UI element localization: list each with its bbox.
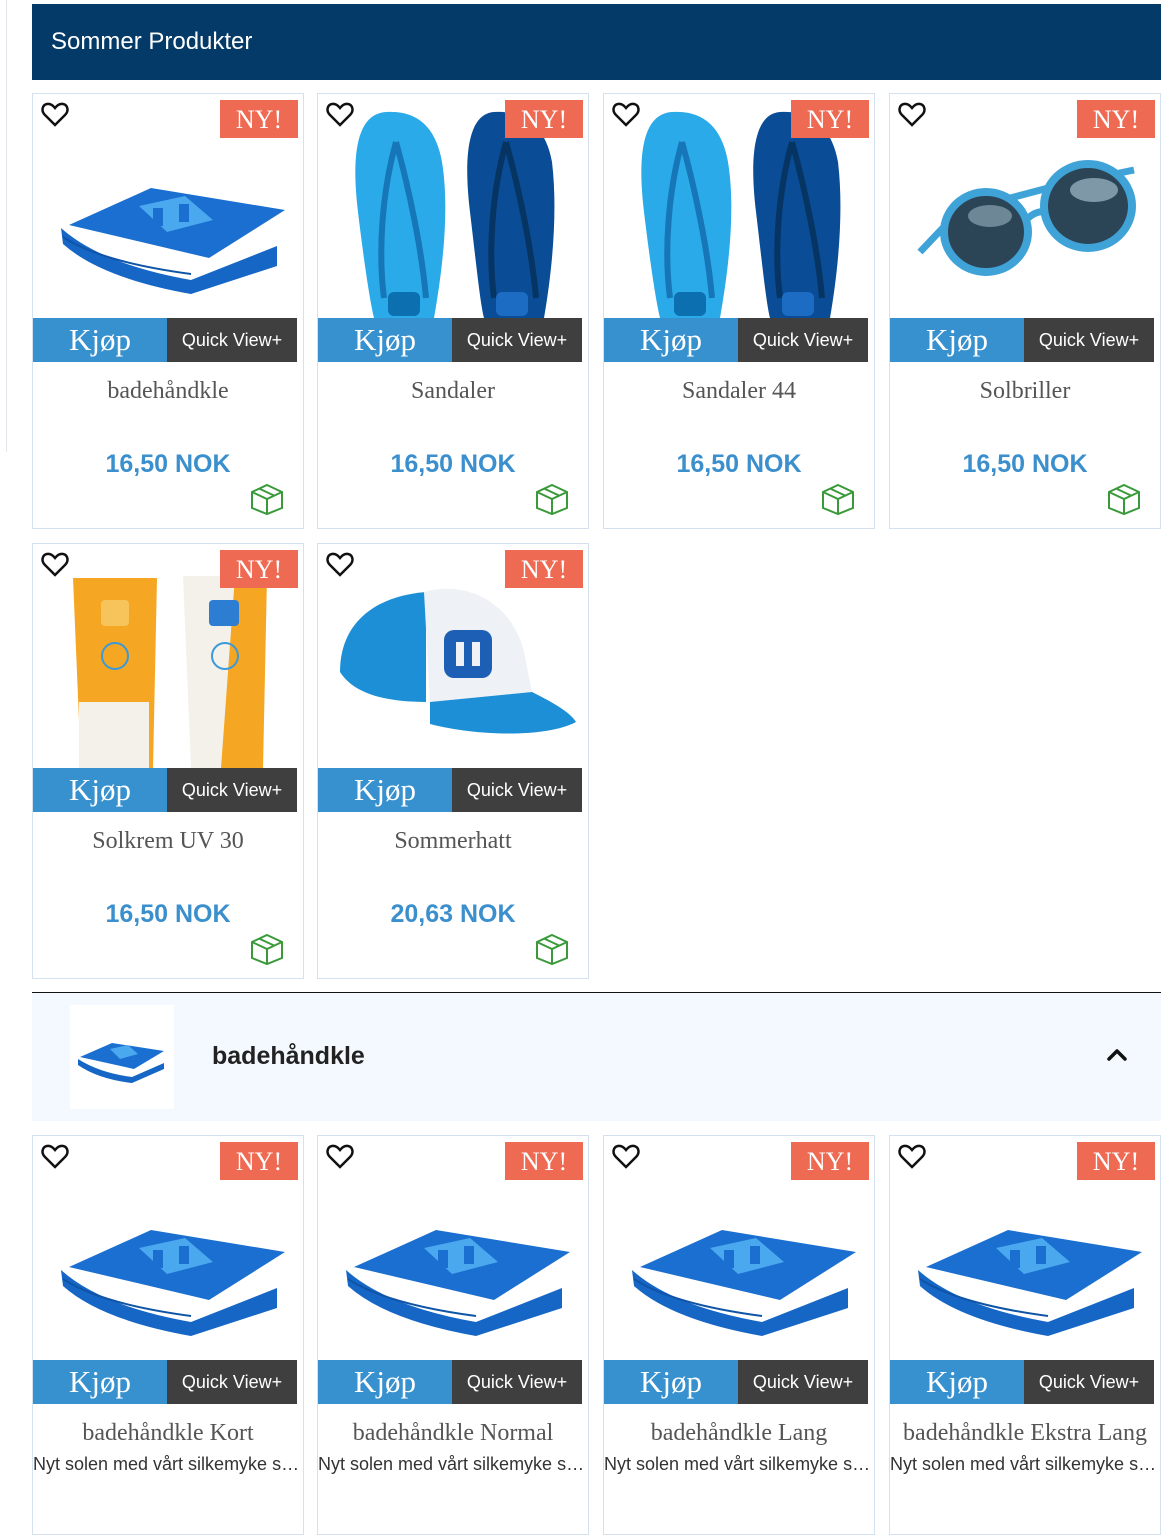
card-actions: Kjøp Quick View+ <box>604 1360 868 1404</box>
variant-card[interactable]: NY! Kjøp Quick View+ badehåndkle Normal … <box>317 1135 589 1535</box>
product-card[interactable]: NY! Kjøp Quick View+ badehåndkle 16,50 N… <box>32 93 304 529</box>
product-name[interactable]: badehåndkle Ekstra Lang <box>890 1420 1160 1447</box>
product-price: 16,50 NOK <box>390 450 516 478</box>
variant-card[interactable]: NY! Kjøp Quick View+ badehåndkle Lang Ny… <box>603 1135 875 1535</box>
package-icon <box>536 933 568 966</box>
heart-outline-icon[interactable] <box>898 102 926 128</box>
heart-outline-icon[interactable] <box>326 1144 354 1170</box>
buy-button[interactable]: Kjøp <box>890 1360 1024 1404</box>
package-icon <box>822 483 854 516</box>
new-badge: NY! <box>1077 1142 1155 1180</box>
buy-button[interactable]: Kjøp <box>33 1360 167 1404</box>
card-actions: Kjøp Quick View+ <box>318 1360 582 1404</box>
product-description: Nyt solen med vårt silkemyke stranda hån… <box>890 1454 1158 1474</box>
card-actions: Kjøp Quick View+ <box>318 318 582 362</box>
card-actions: Kjøp Quick View+ <box>33 1360 297 1404</box>
variant-card[interactable]: NY! Kjøp Quick View+ badehåndkle Kort Ny… <box>32 1135 304 1535</box>
product-price: 20,63 NOK <box>390 900 516 928</box>
quick-view-button[interactable]: Quick View+ <box>167 1360 297 1404</box>
new-badge: NY! <box>220 100 298 138</box>
quick-view-button[interactable]: Quick View+ <box>738 318 868 362</box>
package-icon <box>536 483 568 516</box>
product-card[interactable]: NY! Kjøp Quick View+ Sandaler 16,50 NOK <box>317 93 589 529</box>
product-card[interactable]: NY! Kjøp Quick View+ Solbriller 16,50 NO… <box>889 93 1161 529</box>
new-badge: NY! <box>505 550 583 588</box>
package-icon <box>1108 483 1140 516</box>
buy-button[interactable]: Kjøp <box>890 318 1024 362</box>
variant-card[interactable]: NY! Kjøp Quick View+ badehåndkle Ekstra … <box>889 1135 1161 1535</box>
product-price: 16,50 NOK <box>105 900 231 928</box>
buy-button[interactable]: Kjøp <box>318 318 452 362</box>
package-icon <box>251 933 283 966</box>
new-badge: NY! <box>791 1142 869 1180</box>
buy-button[interactable]: Kjøp <box>604 318 738 362</box>
card-actions: Kjøp Quick View+ <box>33 318 297 362</box>
buy-button[interactable]: Kjøp <box>33 768 167 812</box>
product-description: Nyt solen med vårt silkemyke stranda hån… <box>318 1454 586 1474</box>
quick-view-button[interactable]: Quick View+ <box>1024 318 1154 362</box>
new-badge: NY! <box>1077 100 1155 138</box>
product-price: 16,50 NOK <box>105 450 231 478</box>
category-header[interactable]: badehåndkle <box>32 993 1161 1121</box>
heart-outline-icon[interactable] <box>898 1144 926 1170</box>
product-name[interactable]: badehåndkle <box>33 378 303 405</box>
quick-view-button[interactable]: Quick View+ <box>167 318 297 362</box>
product-name[interactable]: Solkrem UV 30 <box>33 828 303 855</box>
quick-view-button[interactable]: Quick View+ <box>452 768 582 812</box>
heart-outline-icon[interactable] <box>41 1144 69 1170</box>
new-badge: NY! <box>220 550 298 588</box>
quick-view-button[interactable]: Quick View+ <box>452 1360 582 1404</box>
product-price: 16,50 NOK <box>676 450 802 478</box>
quick-view-button[interactable]: Quick View+ <box>1024 1360 1154 1404</box>
buy-button[interactable]: Kjøp <box>604 1360 738 1404</box>
heart-outline-icon[interactable] <box>326 552 354 578</box>
heart-outline-icon[interactable] <box>612 102 640 128</box>
product-name[interactable]: Sommerhatt <box>318 828 588 855</box>
quick-view-button[interactable]: Quick View+ <box>167 768 297 812</box>
category-title: badehåndkle <box>212 1042 365 1070</box>
product-name[interactable]: badehåndkle Kort <box>33 1420 303 1447</box>
product-description: Nyt solen med vårt silkemyke stranda hån… <box>604 1454 872 1474</box>
product-name[interactable]: Sandaler 44 <box>604 378 874 405</box>
card-actions: Kjøp Quick View+ <box>33 768 297 812</box>
card-actions: Kjøp Quick View+ <box>318 768 582 812</box>
section-header: Sommer Produkter <box>32 4 1161 80</box>
heart-outline-icon[interactable] <box>41 552 69 578</box>
new-badge: NY! <box>505 1142 583 1180</box>
product-description: Nyt solen med vårt silkemyke stranda hån… <box>33 1454 301 1474</box>
product-card[interactable]: NY! Kjøp Quick View+ Solkrem UV 30 16,50… <box>32 543 304 979</box>
new-badge: NY! <box>220 1142 298 1180</box>
product-card[interactable]: NY! Kjøp Quick View+ Sommerhatt 20,63 NO… <box>317 543 589 979</box>
buy-button[interactable]: Kjøp <box>33 318 167 362</box>
category-thumbnail <box>70 1005 174 1109</box>
sidebar-divider <box>6 0 7 452</box>
quick-view-button[interactable]: Quick View+ <box>738 1360 868 1404</box>
towel-thumbnail-image <box>78 1043 164 1083</box>
quick-view-button[interactable]: Quick View+ <box>452 318 582 362</box>
chevron-up-icon[interactable] <box>1105 1045 1129 1065</box>
product-name[interactable]: badehåndkle Lang <box>604 1420 874 1447</box>
package-icon <box>251 483 283 516</box>
section-title: Sommer Produkter <box>51 28 253 55</box>
product-name[interactable]: badehåndkle Normal <box>318 1420 588 1447</box>
product-name[interactable]: Solbriller <box>890 378 1160 405</box>
heart-outline-icon[interactable] <box>326 102 354 128</box>
card-actions: Kjøp Quick View+ <box>890 318 1154 362</box>
new-badge: NY! <box>505 100 583 138</box>
buy-button[interactable]: Kjøp <box>318 1360 452 1404</box>
product-price: 16,50 NOK <box>962 450 1088 478</box>
product-card[interactable]: NY! Kjøp Quick View+ Sandaler 44 16,50 N… <box>603 93 875 529</box>
new-badge: NY! <box>791 100 869 138</box>
card-actions: Kjøp Quick View+ <box>890 1360 1154 1404</box>
heart-outline-icon[interactable] <box>612 1144 640 1170</box>
heart-outline-icon[interactable] <box>41 102 69 128</box>
card-actions: Kjøp Quick View+ <box>604 318 868 362</box>
product-name[interactable]: Sandaler <box>318 378 588 405</box>
buy-button[interactable]: Kjøp <box>318 768 452 812</box>
